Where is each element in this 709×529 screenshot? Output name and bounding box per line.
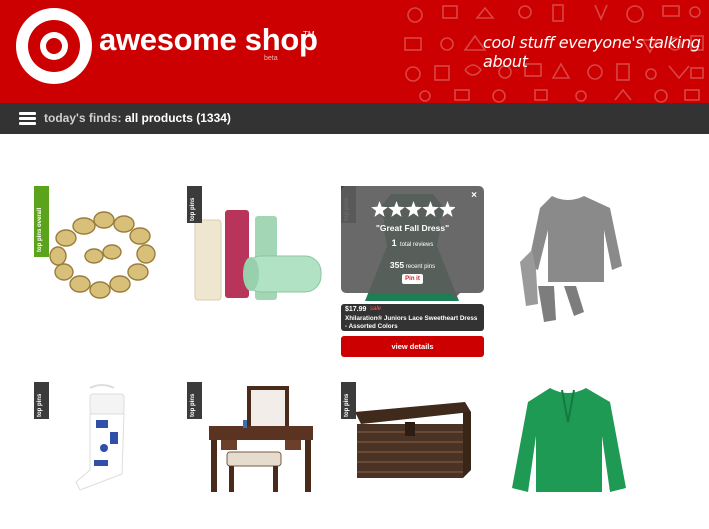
product-card[interactable] xyxy=(187,382,329,524)
filter-label: today's finds: xyxy=(44,111,122,125)
product-name[interactable]: Xhilaration® Juniors Lace Sweetheart Dre… xyxy=(345,315,480,330)
five-star-rating xyxy=(371,201,455,217)
view-details-button[interactable]: view details xyxy=(341,336,484,357)
bullseye-logo[interactable] xyxy=(16,8,92,84)
top-pins-ribbon: top pins xyxy=(34,382,49,426)
beta-label: beta xyxy=(264,55,278,62)
filter-value: all products (1334) xyxy=(124,111,231,125)
hamburger-menu-icon[interactable] xyxy=(19,112,36,125)
top-pins-ribbon: top pins xyxy=(187,382,202,426)
product-card[interactable] xyxy=(498,186,640,328)
total-reviews: 1 total reviews xyxy=(391,238,434,248)
product-price: $17.99 xyxy=(345,306,367,313)
green-blouse-image xyxy=(512,388,626,492)
top-pins-overall-ribbon: top pins overall xyxy=(34,186,49,264)
filter-summary[interactable]: today's finds: all products (1334) xyxy=(44,111,231,125)
product-card[interactable] xyxy=(498,382,640,524)
top-pins-ribbon: top pins xyxy=(187,186,202,230)
wicker-trunk-image xyxy=(355,402,471,478)
r2d2-stocking-image xyxy=(75,384,125,491)
top-pins-ribbon: top pins xyxy=(341,382,356,426)
vanity-desk-image xyxy=(209,386,313,492)
trademark-mark: TM xyxy=(303,30,315,39)
recent-pins: 355 recent pins xyxy=(389,260,436,270)
pin-it-button[interactable]: Pin it xyxy=(402,274,423,284)
close-icon[interactable]: × xyxy=(471,190,477,201)
review-popup: × "Great Fall Dress" 1 total reviews 355… xyxy=(341,186,484,298)
product-info: $17.99 sale Xhilaration® Juniors Lace Sw… xyxy=(341,304,484,331)
product-card[interactable] xyxy=(34,382,176,524)
review-title: "Great Fall Dress" xyxy=(375,223,450,233)
sale-badge: sale xyxy=(370,306,382,312)
site-header: awesome shop TM beta cool stuff everyone… xyxy=(0,0,709,103)
lip-balm-image xyxy=(194,210,322,301)
product-card[interactable] xyxy=(341,382,483,524)
brand-title[interactable]: awesome shop xyxy=(99,22,318,58)
product-card[interactable] xyxy=(34,186,176,328)
bracelet-image xyxy=(49,211,156,299)
tagline: cool stuff everyone's talking about xyxy=(483,33,701,71)
gray-sweater-image xyxy=(520,196,622,322)
product-card[interactable] xyxy=(187,186,329,328)
filter-bar: today's finds: all products (1334) xyxy=(0,103,709,134)
